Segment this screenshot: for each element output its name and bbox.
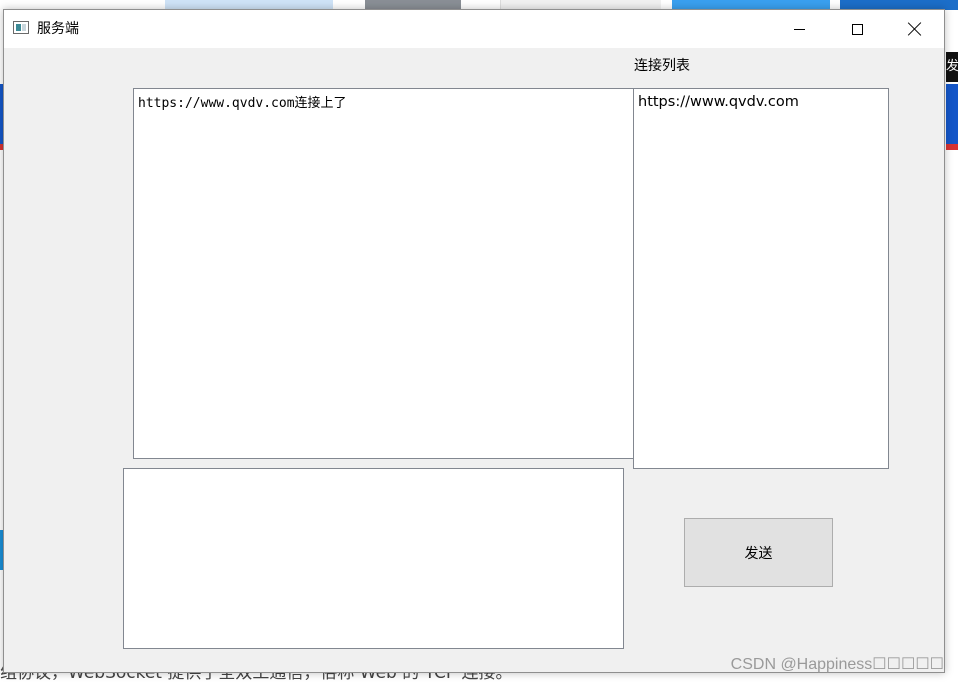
watermark: CSDN @Happiness☐☐☐☐☐	[730, 656, 944, 673]
title-bar[interactable]: 服务端	[4, 10, 944, 48]
maximize-icon	[851, 23, 863, 35]
connection-list-label: 连接列表	[634, 58, 690, 74]
close-icon	[908, 22, 922, 36]
maximize-button[interactable]	[834, 10, 880, 48]
minimize-button[interactable]	[776, 10, 822, 48]
background-right-edge-text: 发	[946, 52, 958, 82]
background-banner	[946, 84, 958, 144]
window-title: 服务端	[37, 21, 79, 37]
message-log[interactable]: https://www.qvdv.com连接上了	[133, 88, 634, 459]
server-window: 服务端 连接列表 https://www.qvdv.com连接上了 https:…	[3, 9, 945, 673]
connection-list[interactable]: https://www.qvdv.com	[633, 88, 889, 469]
send-message-input[interactable]	[123, 468, 624, 649]
minimize-icon	[793, 28, 805, 30]
close-button[interactable]	[892, 10, 938, 48]
send-button[interactable]: 发送	[684, 518, 833, 587]
connection-list-item[interactable]: https://www.qvdv.com	[638, 92, 884, 112]
app-window-icon	[13, 21, 29, 34]
background-banner-stripe	[946, 144, 958, 150]
